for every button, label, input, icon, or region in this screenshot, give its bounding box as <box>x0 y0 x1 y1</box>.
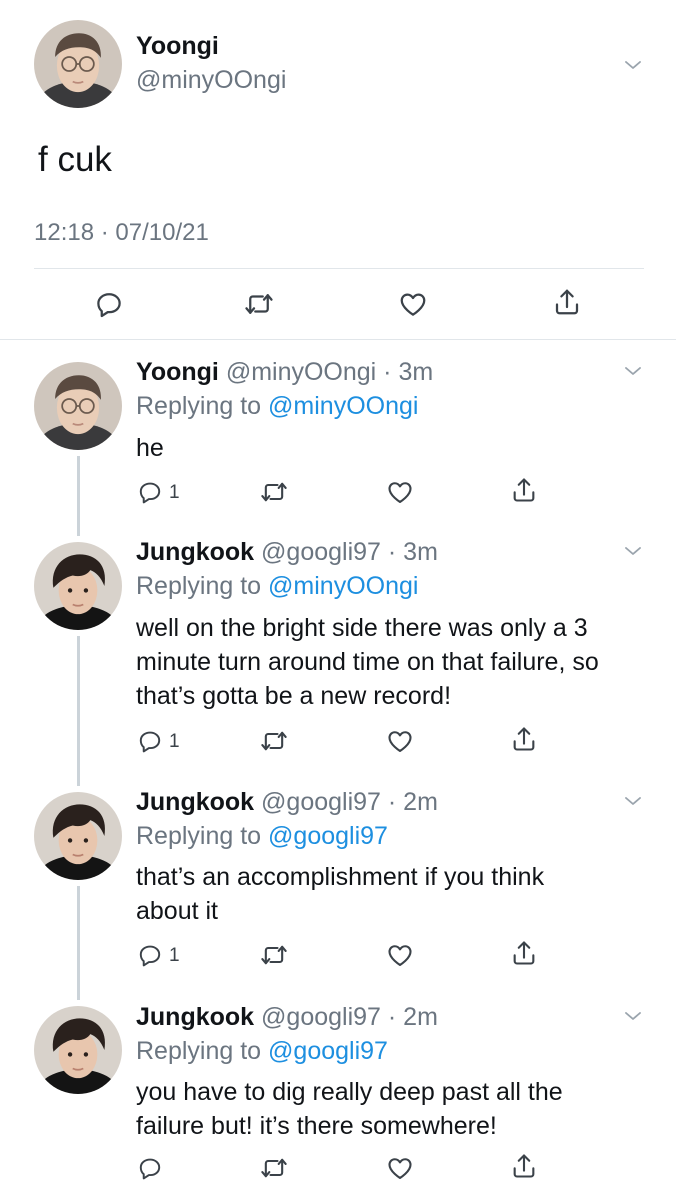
divider <box>34 268 644 269</box>
avatar[interactable] <box>34 362 122 450</box>
separator-dot: · <box>380 1003 404 1031</box>
mention-link[interactable]: @minyOOngi <box>268 392 418 420</box>
separator-dot: · <box>376 358 399 386</box>
heart-icon[interactable] <box>386 1154 414 1182</box>
reply-count: 1 <box>169 945 180 966</box>
user-handle[interactable]: @googli97 <box>261 538 381 566</box>
retweet-icon[interactable] <box>260 478 288 506</box>
reply-icon[interactable] <box>137 1155 163 1181</box>
tweet-age: 3m <box>398 358 434 386</box>
share-icon[interactable] <box>510 725 538 753</box>
tweet-text: you have to dig really deep past all the… <box>136 1078 563 1140</box>
heart-icon[interactable] <box>386 727 414 755</box>
tweet-header: Jungkook @googli97 · 2m <box>136 788 438 817</box>
avatar[interactable] <box>34 542 122 630</box>
reply-count: 1 <box>169 482 180 503</box>
tweet-header: Jungkook @googli97 · 3m <box>136 538 438 567</box>
tweet-header: Jungkook @googli97 · 2m <box>136 1003 438 1032</box>
thread-line <box>77 456 80 536</box>
display-name[interactable]: Jungkook <box>136 1003 254 1031</box>
chevron-down-icon[interactable] <box>621 789 645 813</box>
display-name[interactable]: Jungkook <box>136 538 254 566</box>
avatar[interactable] <box>34 1006 122 1094</box>
replying-to: Replying to @minyOOngi <box>136 572 419 600</box>
mention-link[interactable]: @minyOOngi <box>268 572 418 600</box>
retweet-icon[interactable] <box>244 289 274 319</box>
display-name[interactable]: Yoongi <box>136 32 219 61</box>
share-icon[interactable] <box>510 1152 538 1180</box>
chevron-down-icon[interactable] <box>621 539 645 563</box>
tweet-text: well on the bright side there was only a… <box>136 614 599 710</box>
chevron-down-icon[interactable] <box>621 359 645 383</box>
avatar[interactable] <box>34 20 122 108</box>
heart-icon[interactable] <box>398 289 428 319</box>
mention-link[interactable]: @googli97 <box>268 1037 388 1065</box>
tweet-timestamp: 12:18 · 07/10/21 <box>34 219 209 246</box>
display-name[interactable]: Jungkook <box>136 788 254 816</box>
retweet-icon[interactable] <box>260 941 288 969</box>
separator-dot: · <box>380 788 404 816</box>
tweet-text: he <box>136 434 164 462</box>
tweet-header: Yoongi @minyOOngi · 3m <box>136 358 433 387</box>
retweet-icon[interactable] <box>260 1154 288 1182</box>
divider <box>0 339 676 340</box>
chevron-down-icon[interactable] <box>621 1004 645 1028</box>
display-name[interactable]: Yoongi <box>136 358 219 386</box>
reply-icon[interactable] <box>94 289 124 319</box>
chevron-down-icon[interactable] <box>621 53 645 77</box>
tweet-age: 2m <box>403 788 438 816</box>
reply-count: 1 <box>169 731 180 752</box>
replying-to: Replying to @googli97 <box>136 1037 388 1065</box>
thread-line <box>77 886 80 1000</box>
reply-icon[interactable] <box>137 942 163 968</box>
heart-icon[interactable] <box>386 941 414 969</box>
tweet-text: that’s an accomplishment if you think ab… <box>136 863 545 925</box>
user-handle[interactable]: @minyOOngi <box>226 358 376 386</box>
user-handle[interactable]: @minyOOngi <box>136 66 286 95</box>
reply-icon[interactable] <box>137 479 163 505</box>
avatar[interactable] <box>34 792 122 880</box>
reply-icon[interactable] <box>137 728 163 754</box>
share-icon[interactable] <box>510 476 538 504</box>
tweet-text: f cuk <box>38 140 112 179</box>
replying-to: Replying to @googli97 <box>136 822 388 850</box>
replying-to: Replying to @minyOOngi <box>136 392 419 420</box>
mention-link[interactable]: @googli97 <box>268 822 388 850</box>
retweet-icon[interactable] <box>260 727 288 755</box>
separator-dot: · <box>380 538 404 566</box>
tweet-age: 3m <box>403 538 438 566</box>
user-handle[interactable]: @googli97 <box>261 1003 381 1031</box>
share-icon[interactable] <box>552 287 582 317</box>
tweet-age: 2m <box>403 1003 438 1031</box>
user-handle[interactable]: @googli97 <box>261 788 381 816</box>
share-icon[interactable] <box>510 939 538 967</box>
thread-line <box>77 636 80 786</box>
heart-icon[interactable] <box>386 478 414 506</box>
